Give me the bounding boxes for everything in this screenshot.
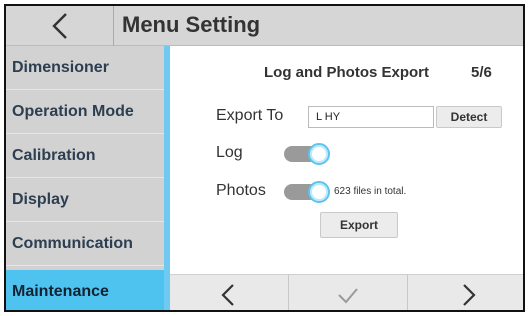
page-title: Menu Setting (122, 12, 261, 37)
sidebar-item-maintenance[interactable]: Maintenance (6, 270, 164, 310)
sidebar-item-display[interactable]: Display (6, 178, 164, 222)
bottom-nav (170, 274, 523, 310)
app-window: Menu Setting Dimensioner Operation Mode … (4, 4, 525, 312)
export-button[interactable]: Export (320, 212, 398, 238)
sidebar-item-dimensioner[interactable]: Dimensioner (6, 46, 164, 90)
chevron-right-icon (462, 284, 476, 306)
toggle-knob (308, 181, 330, 203)
panel-title: Log and Photos Export (264, 64, 429, 81)
detect-button[interactable]: Detect (436, 106, 502, 128)
chevron-left-icon (51, 13, 67, 39)
export-panel: Log and Photos Export 5/6 Export To L HY… (170, 46, 523, 274)
export-to-field[interactable]: L HY (308, 106, 434, 128)
previous-page-button[interactable] (170, 275, 289, 310)
sidebar-item-calibration[interactable]: Calibration (6, 134, 164, 178)
export-to-label: Export To (216, 107, 284, 124)
next-page-button[interactable] (408, 275, 523, 310)
chevron-left-icon (221, 284, 234, 306)
log-toggle[interactable] (284, 143, 332, 165)
title-bar: Menu Setting (6, 6, 523, 46)
sidebar-item-operation-mode[interactable]: Operation Mode (6, 90, 164, 134)
check-icon (338, 288, 358, 304)
back-button[interactable] (6, 6, 114, 46)
log-label: Log (216, 144, 243, 161)
confirm-button[interactable] (289, 275, 408, 310)
photos-count-note: 623 files in total. (334, 186, 407, 197)
sidebar-item-communication[interactable]: Communication (6, 222, 164, 266)
toggle-knob (308, 143, 330, 165)
photos-toggle[interactable] (284, 181, 332, 203)
sidebar: Dimensioner Operation Mode Calibration D… (6, 46, 164, 310)
page-indicator: 5/6 (471, 64, 492, 81)
photos-label: Photos (216, 182, 266, 199)
